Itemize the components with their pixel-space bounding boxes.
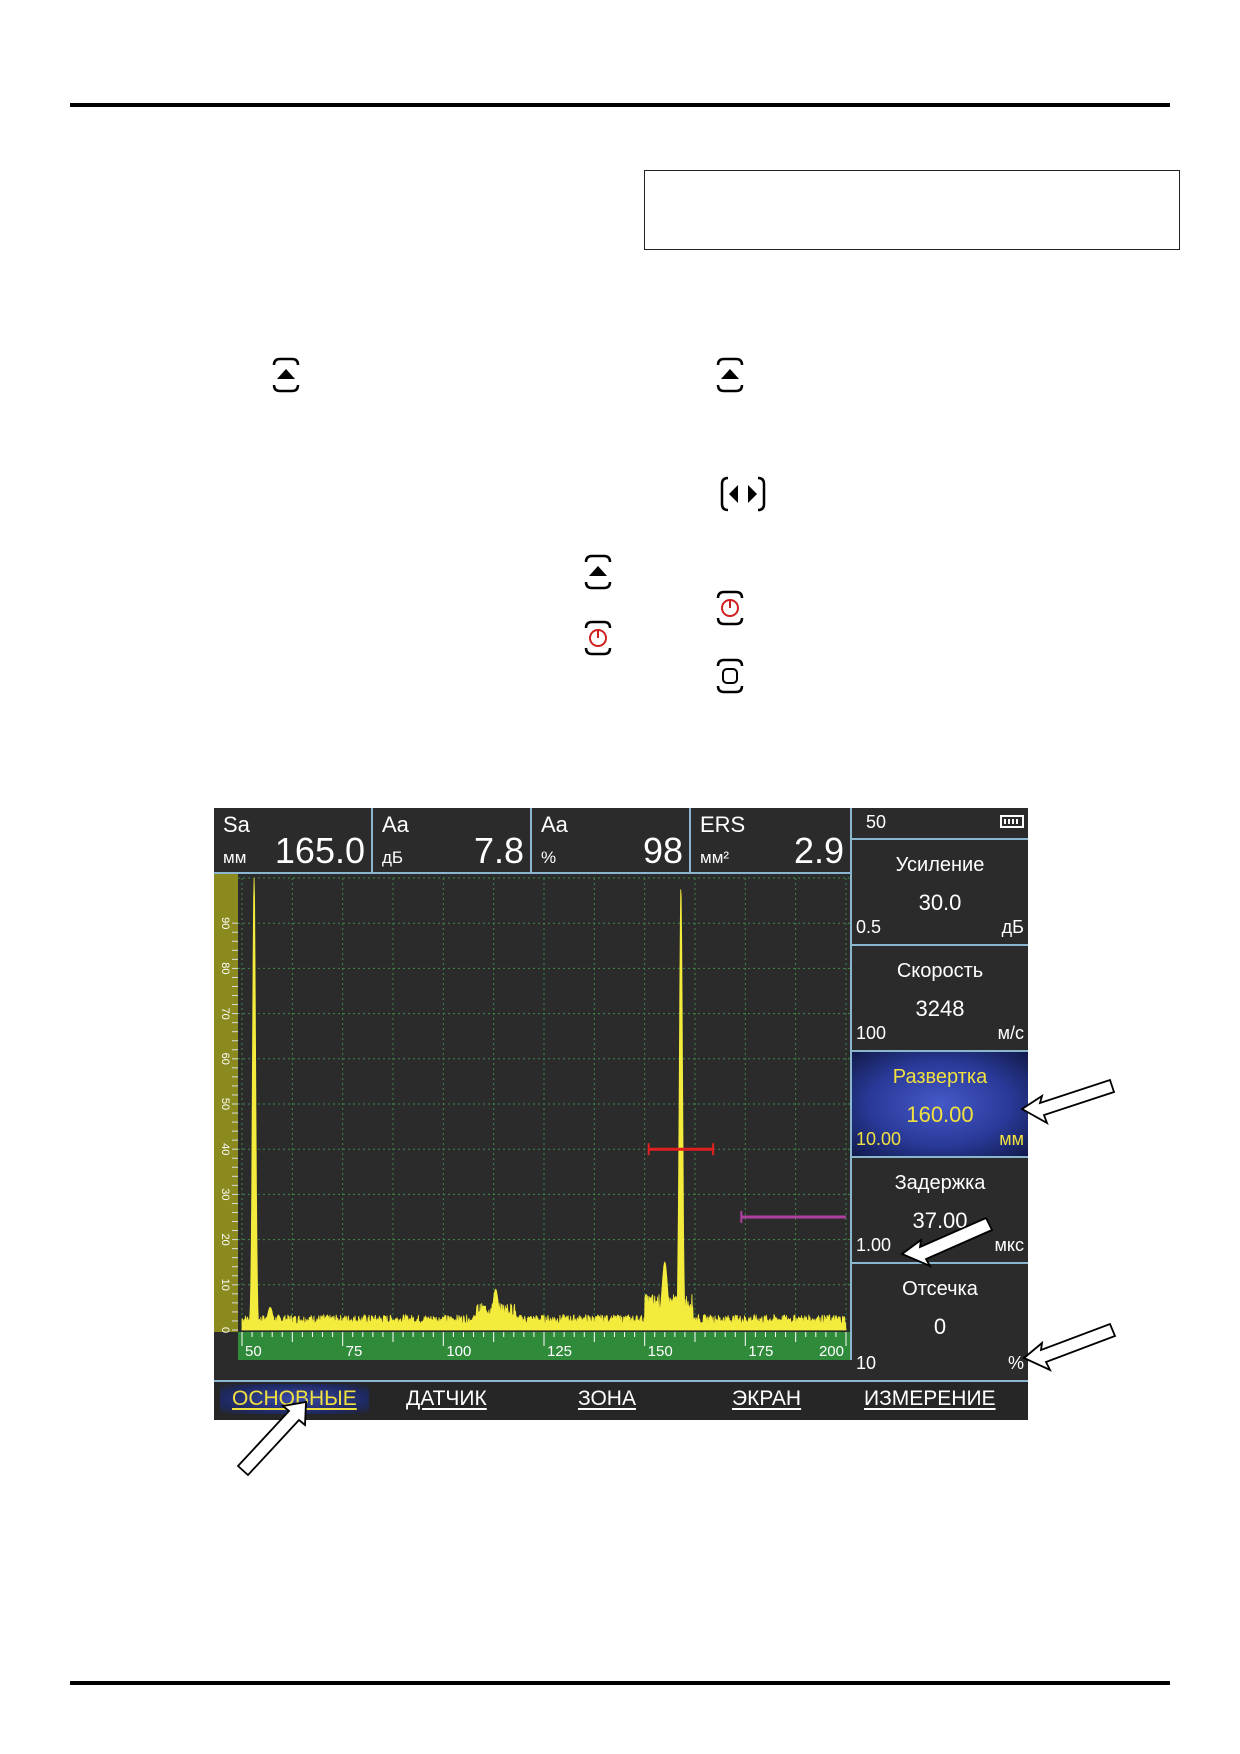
menu-tabs: ОСНОВНЫЕ ДАТЧИК ЗОНА ЭКРАН ИЗМЕРЕНИЕ (214, 1380, 1028, 1420)
amplitude-tick-label: 10 (219, 1279, 231, 1291)
header-cell-ers: ERS мм² 2.9 (691, 808, 852, 872)
param-gain[interactable]: Усиление 30.0 0.5 дБ (852, 838, 1028, 944)
key-left-right-icon (718, 474, 768, 514)
distance-tick-label: 150 (648, 1343, 673, 1360)
flaw-detector-screen: Sa мм 165.0 Aa дБ 7.8 Aa % 98 ERS мм² 2.… (214, 808, 1028, 1420)
tab-zone[interactable]: ЗОНА (578, 1387, 636, 1411)
header-cell-aa-db: Aa дБ 7.8 (373, 808, 532, 872)
distance-tick-label: 50 (245, 1343, 262, 1360)
bottom-rule (70, 1681, 1170, 1685)
amplitude-tick-label: 80 (219, 962, 231, 974)
param-delay[interactable]: Задержка 37.00 1.00 мкс (852, 1156, 1028, 1262)
amplitude-tick-label: 30 (219, 1188, 231, 1200)
a-scan-plot: 0 10 20 30 40 50 60 70 80 90 50 75 100 125 150 175 200 (214, 874, 850, 1360)
param-velocity[interactable]: Скорость 3248 100 м/с (852, 944, 1028, 1050)
header-cell-aa-percent: Aa % 98 (532, 808, 691, 872)
key-up-icon (712, 355, 748, 395)
key-ok-icon (712, 656, 748, 696)
amplitude-tick-label: 20 (219, 1233, 231, 1245)
amplitude-tick-label: 60 (219, 1053, 231, 1065)
arrow-to-range-icon (1020, 1078, 1116, 1125)
header-cell-sa: Sa мм 165.0 (214, 808, 373, 872)
key-up-icon (580, 552, 616, 592)
tab-probe[interactable]: ДАТЧИК (406, 1387, 487, 1411)
amplitude-tick-label: 40 (219, 1143, 231, 1155)
note-box (644, 170, 1180, 250)
top-rule (70, 103, 1170, 107)
param-reject[interactable]: Отсечка 0 10 % (852, 1262, 1028, 1380)
tab-main[interactable]: ОСНОВНЫЕ (220, 1384, 369, 1414)
key-up-icon (268, 355, 304, 395)
amplitude-tick-label: 50 (219, 1098, 231, 1110)
distance-tick-label: 100 (446, 1343, 471, 1360)
distance-tick-label: 200 (819, 1343, 844, 1360)
distance-tick-label: 175 (748, 1343, 773, 1360)
param-range[interactable]: Развертка 160.00 10.00 мм (852, 1050, 1028, 1156)
key-power-icon (712, 588, 748, 628)
distance-tick-label: 125 (547, 1343, 572, 1360)
amplitude-tick-label: 90 (219, 917, 231, 929)
distance-tick-label: 75 (346, 1343, 363, 1360)
tab-measurement[interactable]: ИЗМЕРЕНИЕ (864, 1387, 996, 1411)
battery-icon (1000, 815, 1024, 828)
amplitude-tick-label: 0 (219, 1327, 231, 1333)
status-value: 50 (866, 812, 887, 832)
tab-display[interactable]: ЭКРАН (732, 1387, 801, 1411)
amplitude-tick-label: 70 (219, 1007, 231, 1019)
status-bar: 50 (852, 808, 1028, 838)
arrow-to-unit-icon (1022, 1322, 1117, 1372)
key-power-icon (580, 618, 616, 658)
